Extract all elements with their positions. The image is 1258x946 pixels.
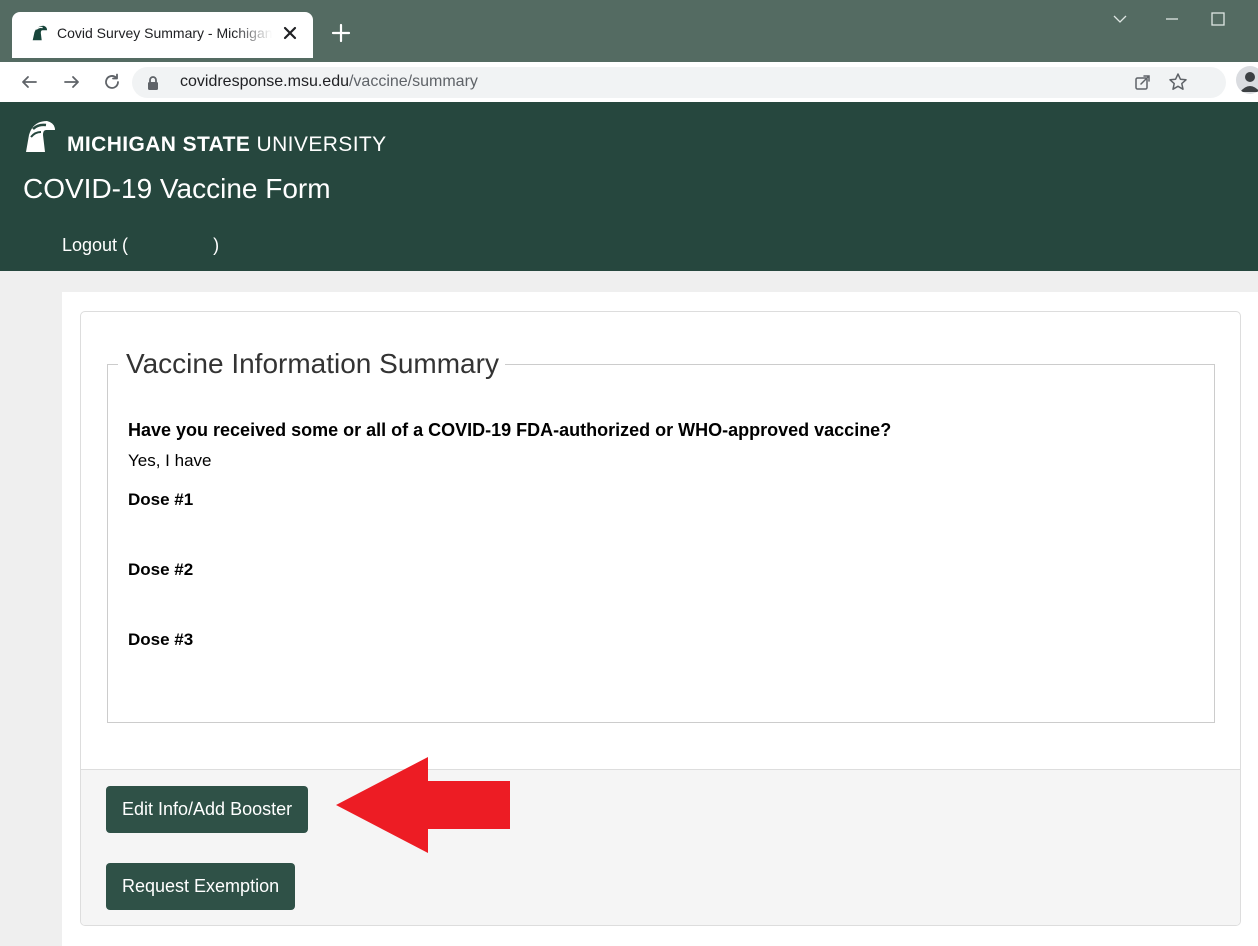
spartan-helmet-icon xyxy=(26,121,55,152)
avatar-person-icon xyxy=(1240,72,1258,92)
url-path: /vaccine/summary xyxy=(348,73,478,90)
card-footer: Edit Info/Add Booster Request Exemption xyxy=(81,769,1240,925)
edit-info-add-booster-button[interactable]: Edit Info/Add Booster xyxy=(106,786,309,833)
site-header: MICHIGAN STATE UNIVERSITY COVID-19 Vacci… xyxy=(0,102,1258,271)
wordmark-light: UNIVERSITY xyxy=(250,133,387,156)
address-bar[interactable]: covidresponse.msu.edu/vaccine/summary xyxy=(132,67,1226,98)
profile-icon[interactable] xyxy=(1236,66,1258,94)
vaccine-answer: Yes, I have xyxy=(128,451,212,470)
chevron-down-icon[interactable] xyxy=(1110,9,1130,29)
browser-toolbar: covidresponse.msu.edu/vaccine/summary xyxy=(0,62,1258,102)
dose-2-label: Dose #2 xyxy=(128,560,194,579)
vaccine-question: Have you received some or all of a COVID… xyxy=(128,420,892,440)
dose-3-label: Dose #3 xyxy=(128,630,194,649)
minimize-icon[interactable] xyxy=(1162,9,1182,29)
reload-icon[interactable] xyxy=(103,73,121,91)
browser-tab-bar: Covid Survey Summary - Michigan State Un… xyxy=(0,0,1258,62)
university-wordmark[interactable]: MICHIGAN STATE UNIVERSITY xyxy=(67,133,387,157)
forward-arrow-icon[interactable] xyxy=(63,73,81,91)
browser-tab[interactable]: Covid Survey Summary - Michigan State Un… xyxy=(12,12,313,58)
spartan-favicon-icon xyxy=(32,25,48,41)
logout-link[interactable]: Logout ( ) xyxy=(62,235,219,256)
summary-card: Vaccine Information Summary Have you rec… xyxy=(80,311,1241,926)
page-title: COVID-19 Vaccine Form xyxy=(23,173,331,204)
maximize-icon[interactable] xyxy=(1208,9,1228,29)
wordmark-bold: MICHIGAN STATE xyxy=(67,133,251,156)
plus-icon[interactable] xyxy=(330,22,352,44)
vaccine-summary-fieldset: Vaccine Information Summary xyxy=(107,347,1215,723)
lock-icon[interactable] xyxy=(146,75,160,91)
request-exemption-button[interactable]: Request Exemption xyxy=(106,863,296,910)
url-domain: covidresponse.msu.edu xyxy=(180,73,349,90)
dose-1-label: Dose #1 xyxy=(128,490,194,509)
red-arrow-annotation-icon xyxy=(336,757,510,853)
star-icon[interactable] xyxy=(1168,72,1188,92)
url-text: covidresponse.msu.edu/vaccine/summary xyxy=(180,73,478,91)
summary-legend: Vaccine Information Summary xyxy=(126,348,499,379)
back-arrow-icon[interactable] xyxy=(20,73,38,91)
share-icon[interactable] xyxy=(1134,73,1152,91)
close-icon[interactable] xyxy=(280,23,300,43)
tab-title: Covid Survey Summary - Michigan State Un… xyxy=(57,25,272,41)
